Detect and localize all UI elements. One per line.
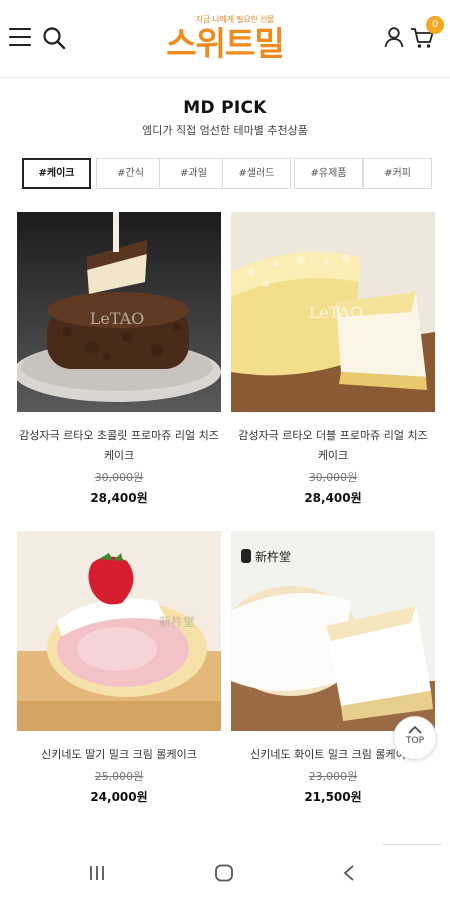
original-price: 23,000원 [308,770,358,783]
logo-text: 스위트밀 [166,24,284,63]
scroll-top-label: TOP [405,736,424,746]
original-price: 30,000원 [94,471,144,484]
tab-coffee[interactable]: #커피 [363,158,432,189]
product-card[interactable]: LeTAO 감성자극 르타오 더블 프로마쥬 리얼 치즈 케이크 30,000원… [231,212,435,508]
product-image[interactable]: LeTAO [231,212,435,412]
sale-price: 28,400원 [304,491,362,505]
section-title: MD PICK [183,98,267,118]
recents-icon[interactable] [88,864,106,882]
product-card[interactable]: 新杵堂 신키네도 딸기 밀크 크림 롤케이크 25,000원 24,000원 [17,531,221,807]
section-subtitle: 엠디가 직접 엄선한 테마별 추천상품 [142,124,308,137]
sale-price: 28,400원 [90,491,148,505]
tab-fruit[interactable]: #과일 [159,158,228,189]
product-card[interactable]: 新杵堂 신키네도 화이트 밀크 크림 롤케이크 23,000원 21,500원 [231,531,435,807]
product-image[interactable]: 新杵堂 [17,531,221,731]
scroll-top-button[interactable]: TOP [393,716,437,760]
brand-logo[interactable]: 지금 나에게 필요한 선물 스위트밀 [150,14,300,63]
search-icon[interactable] [42,26,66,50]
home-icon[interactable] [214,864,234,882]
tab-salad[interactable]: #샐러드 [222,158,291,189]
tab-dairy[interactable]: #유제품 [294,158,363,189]
product-card[interactable]: LeTAO 감성자극 르타오 초콜릿 프로마쥬 리얼 치즈 케이크 30,000… [17,212,221,508]
app-header: 지금 나에게 필요한 선물 스위트밀 0 [0,0,450,78]
user-icon[interactable] [383,26,405,48]
system-navigation-bar [0,846,450,900]
product-name[interactable]: 감성자극 르타오 더블 프로마쥬 리얼 치즈 케이크 [231,426,435,466]
tab-snack[interactable]: #간식 [96,158,165,189]
original-price: 30,000원 [308,471,358,484]
product-image[interactable]: 新杵堂 [231,531,435,731]
back-icon[interactable] [342,864,356,882]
divider [382,844,442,845]
image-watermark: LeTAO [309,303,364,322]
product-image[interactable]: LeTAO [17,212,221,412]
original-price: 25,000원 [94,770,144,783]
chevron-up-icon [408,726,422,734]
sale-price: 21,500원 [304,790,362,804]
product-name[interactable]: 신키네도 딸기 밀크 크림 롤케이크 [17,745,221,765]
image-watermark: LeTAO [90,309,145,328]
cart-count-badge: 0 [426,16,444,34]
tab-cake[interactable]: #케이크 [22,158,91,189]
hamburger-menu-icon[interactable] [9,28,31,46]
sale-price: 24,000원 [90,790,148,804]
image-watermark: 新杵堂 [159,614,195,629]
image-watermark: 新杵堂 [255,549,291,564]
product-name[interactable]: 감성자극 르타오 초콜릿 프로마쥬 리얼 치즈 케이크 [17,426,221,466]
